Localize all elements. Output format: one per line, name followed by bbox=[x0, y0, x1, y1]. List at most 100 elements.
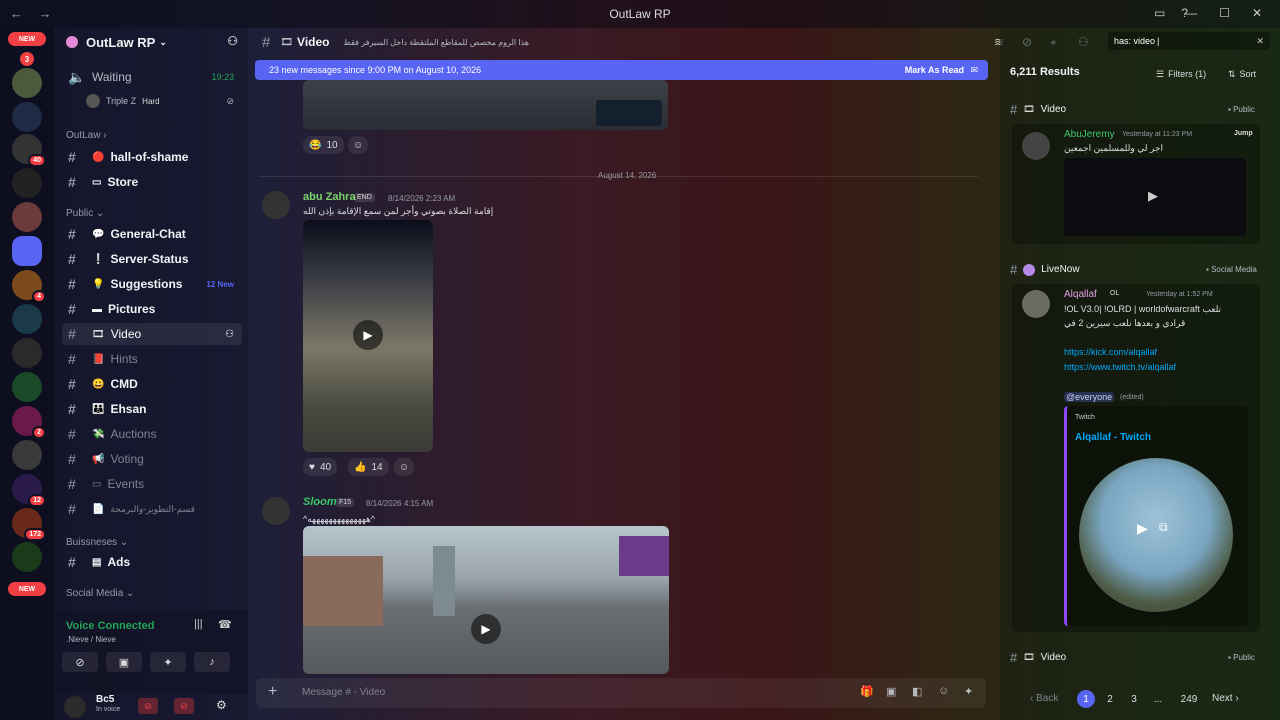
server-icon[interactable] bbox=[12, 102, 42, 132]
guild-header[interactable]: OutLaw RP ⌄ ⚇ bbox=[54, 28, 248, 56]
author-name[interactable]: Sloom bbox=[303, 496, 337, 508]
channel-events[interactable]: # ▭ Events bbox=[62, 473, 242, 495]
server-icon[interactable]: 4 bbox=[12, 270, 46, 303]
new-pill-top[interactable]: NEW bbox=[8, 32, 46, 46]
maximize-button[interactable]: ☐ bbox=[1219, 6, 1230, 20]
back-button[interactable]: ‹ Back bbox=[1030, 693, 1058, 704]
voice-channel-waiting[interactable]: 🔈 Waiting 19:23 bbox=[62, 66, 242, 88]
mute-button[interactable]: ⊘ bbox=[138, 698, 158, 714]
server-icon[interactable]: 172 bbox=[12, 508, 46, 541]
avatar[interactable] bbox=[262, 191, 290, 219]
channel-hints[interactable]: # 📕 Hints bbox=[62, 348, 242, 370]
inbox-icon[interactable]: ▭ bbox=[1154, 6, 1165, 20]
embed-thumbnail[interactable]: ▶ ⧉ bbox=[1079, 458, 1233, 612]
channel-ads[interactable]: # ▤ Ads bbox=[62, 551, 242, 573]
reaction[interactable]: 👍 14 bbox=[348, 458, 389, 476]
server-icon[interactable] bbox=[12, 338, 42, 368]
add-member-icon[interactable]: ⚇ bbox=[225, 329, 234, 340]
gift-icon[interactable]: 🎁 bbox=[860, 685, 874, 698]
page-last[interactable]: 249 bbox=[1176, 690, 1202, 708]
minimize-button[interactable]: — bbox=[1185, 6, 1197, 20]
noise-suppression-icon[interactable]: ||| bbox=[194, 618, 203, 630]
jump-button[interactable]: Jump bbox=[1234, 130, 1253, 137]
result-channel-header[interactable]: # 🎞 Video ▪ Public bbox=[1010, 650, 1270, 665]
sort-button[interactable]: ⇅ Sort bbox=[1228, 64, 1256, 84]
mark-as-read-button[interactable]: Mark As Read bbox=[905, 65, 964, 75]
category-social[interactable]: Social Media ⌄ bbox=[66, 588, 134, 599]
server-icon[interactable] bbox=[12, 236, 42, 266]
apps-icon[interactable]: ✦ bbox=[964, 685, 973, 698]
search-input[interactable]: has: video | ✕ bbox=[1108, 32, 1270, 50]
activities-button[interactable]: ✦ bbox=[150, 652, 186, 672]
result-author[interactable]: AbuJeremy bbox=[1064, 129, 1115, 140]
channel-store[interactable]: # ▭ Store bbox=[62, 171, 242, 193]
channel-server-status[interactable]: # ❕ Server-Status bbox=[62, 248, 242, 270]
avatar[interactable] bbox=[64, 696, 86, 718]
server-icon[interactable] bbox=[12, 304, 42, 334]
next-button[interactable]: Next › bbox=[1212, 693, 1239, 704]
sticker-icon[interactable]: ◧ bbox=[912, 685, 922, 698]
result-link[interactable]: https://www.twitch.tv/alqallaf bbox=[1064, 362, 1176, 372]
avatar[interactable] bbox=[262, 497, 290, 525]
channel-ehsan[interactable]: # 👪 Ehsan bbox=[62, 398, 242, 420]
channel-voting[interactable]: # 📢 Voting bbox=[62, 448, 242, 470]
author-name[interactable]: abu Zahra bbox=[303, 191, 356, 203]
channel-hall-of-shame[interactable]: # 🔴 hall-of-shame bbox=[62, 146, 242, 168]
server-icon[interactable] bbox=[12, 168, 42, 198]
channel-cmd[interactable]: # 😀 CMD bbox=[62, 373, 242, 395]
result-channel-header[interactable]: # 🎞 Video ▪ Public bbox=[1010, 102, 1270, 117]
video-attachment[interactable]: ▶ bbox=[1064, 158, 1246, 236]
screen-share-button[interactable]: ▣ bbox=[106, 652, 142, 672]
category-public[interactable]: Public ⌄ bbox=[66, 208, 104, 219]
page-2[interactable]: 2 bbox=[1101, 690, 1119, 708]
invite-icon[interactable]: ⚇ bbox=[227, 34, 238, 48]
soundboard-button[interactable]: ♪ bbox=[194, 652, 230, 672]
external-link-icon[interactable]: ⧉ bbox=[1159, 520, 1168, 535]
page-3[interactable]: 3 bbox=[1125, 690, 1143, 708]
page-1[interactable]: 1 bbox=[1077, 690, 1095, 708]
channel-suggestions[interactable]: # 💡 Suggestions 12 New bbox=[62, 273, 242, 295]
search-result[interactable]: AbuJeremy Yesterday at 11:23 PM Jump اجر… bbox=[1012, 124, 1260, 244]
result-link[interactable]: https://kick.com/alqallaf bbox=[1064, 347, 1157, 357]
server-icon[interactable] bbox=[12, 542, 42, 572]
settings-gear-icon[interactable]: ⚙ bbox=[216, 698, 227, 712]
add-reaction-button[interactable]: ☺ bbox=[394, 458, 414, 476]
attach-plus-icon[interactable]: + bbox=[268, 683, 277, 701]
message-composer[interactable]: + Message # - Video 🎁 ▣ ◧ ☺ ✦ bbox=[256, 678, 986, 708]
result-channel-header[interactable]: # LiveNow ▪ Social Media bbox=[1010, 262, 1270, 277]
deafen-button[interactable]: ⊘ bbox=[174, 698, 194, 714]
result-author[interactable]: Alqallaf bbox=[1064, 289, 1097, 300]
link-embed[interactable]: Twitch Alqallaf - Twitch ▶ ⧉ bbox=[1064, 406, 1248, 626]
filters-button[interactable]: ☰ Filters (1) bbox=[1156, 64, 1206, 84]
camera-off-button[interactable]: ⊘ bbox=[62, 652, 98, 672]
server-icon[interactable] bbox=[12, 202, 42, 232]
close-window-button[interactable]: ✕ bbox=[1252, 6, 1262, 20]
category-business[interactable]: Buissneses ⌄ bbox=[66, 537, 128, 548]
new-pill-bottom[interactable]: NEW bbox=[8, 582, 46, 596]
channel-video[interactable]: # 🎞 Video ⚇ bbox=[62, 323, 242, 345]
play-icon[interactable]: ▶ bbox=[471, 614, 501, 644]
clear-search-icon[interactable]: ✕ bbox=[1256, 36, 1264, 47]
play-icon[interactable]: ▶ bbox=[353, 320, 383, 350]
channel-pictures[interactable]: # ▬ Pictures bbox=[62, 298, 242, 320]
emoji-icon[interactable]: ☺ bbox=[938, 685, 949, 697]
voice-user[interactable]: Triple Z Hard ⊘ bbox=[80, 90, 242, 112]
category-outlaw[interactable]: OutLaw › bbox=[66, 130, 107, 141]
play-icon[interactable]: ▶ bbox=[1137, 520, 1148, 537]
add-reaction-button[interactable]: ☺ bbox=[348, 136, 368, 154]
search-result[interactable]: Alqallaf OL Yesterday at 1:52 PM !OL V3.… bbox=[1012, 284, 1260, 632]
server-icon[interactable]: 12 bbox=[12, 474, 46, 507]
reaction[interactable]: 😂 10 bbox=[303, 136, 344, 154]
video-attachment[interactable]: ▶ bbox=[303, 526, 669, 674]
play-icon[interactable]: ▶ bbox=[1148, 188, 1158, 204]
server-icon[interactable]: 2 bbox=[12, 406, 46, 439]
video-attachment[interactable] bbox=[303, 80, 668, 130]
new-messages-bar[interactable]: 23 new messages since 9:00 PM on August … bbox=[255, 60, 988, 80]
gif-icon[interactable]: ▣ bbox=[886, 685, 896, 698]
reaction[interactable]: ♥ 40 bbox=[303, 458, 338, 476]
disconnect-icon[interactable]: ☎ bbox=[218, 618, 232, 631]
server-icon[interactable] bbox=[12, 68, 42, 98]
channel-general-chat[interactable]: # 💬 General-Chat bbox=[62, 223, 242, 245]
mention[interactable]: @everyone bbox=[1064, 392, 1115, 402]
server-icon[interactable] bbox=[12, 440, 42, 470]
